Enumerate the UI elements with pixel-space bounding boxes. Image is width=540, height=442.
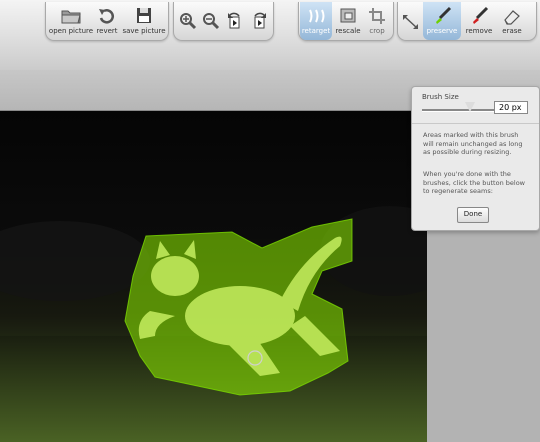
brush-size-panel: Brush Size 20 px Areas marked with this … <box>411 86 540 231</box>
floppy-disk-icon <box>133 6 155 26</box>
revert-icon <box>96 6 118 26</box>
brush-tool-group: preserve remove erase <box>397 2 537 41</box>
file-tool-group: open picture revert save picture <box>45 2 169 41</box>
crop-icon <box>366 6 388 26</box>
zoom-in-icon <box>177 11 199 31</box>
zoom-in-button[interactable] <box>177 2 199 40</box>
rescale-label: rescale <box>335 27 361 35</box>
resize-arrows-icon <box>400 12 422 32</box>
preserve-brush-icon <box>431 6 453 26</box>
revert-button[interactable]: revert <box>95 2 119 40</box>
resize-arrows-button[interactable] <box>400 2 422 40</box>
brush-instructions: When you're done with the brushes, click… <box>423 170 525 195</box>
remove-brush-icon <box>468 6 490 26</box>
rotate-left-button[interactable] <box>224 2 246 40</box>
image-canvas[interactable] <box>0 111 427 442</box>
brush-size-slider[interactable] <box>422 109 496 112</box>
save-picture-button[interactable]: save picture <box>122 2 166 40</box>
view-tool-group <box>173 2 274 41</box>
preserve-brush-button[interactable]: preserve <box>423 2 461 40</box>
erase-button[interactable]: erase <box>497 2 527 40</box>
erase-label: erase <box>502 27 522 35</box>
crop-label: crop <box>369 27 385 35</box>
crop-button[interactable]: crop <box>363 2 391 40</box>
revert-label: revert <box>96 27 118 35</box>
panel-divider <box>412 123 539 124</box>
rotate-right-icon <box>248 11 270 31</box>
rotate-right-button[interactable] <box>248 2 270 40</box>
done-button[interactable]: Done <box>457 207 489 223</box>
save-picture-label: save picture <box>122 27 166 35</box>
open-picture-button[interactable]: open picture <box>48 2 94 40</box>
eraser-icon <box>501 6 523 26</box>
edit-tool-group: retarget rescale crop <box>298 2 394 41</box>
rescale-button[interactable]: rescale <box>334 2 362 40</box>
brush-description: Areas marked with this brush will remain… <box>423 131 523 156</box>
rescale-icon <box>337 6 359 26</box>
zoom-out-icon <box>200 11 222 31</box>
open-picture-label: open picture <box>48 27 94 35</box>
preserve-label: preserve <box>426 27 458 35</box>
brush-size-slider-thumb[interactable] <box>465 102 476 112</box>
rotate-left-icon <box>224 11 246 31</box>
brush-size-input[interactable]: 20 px <box>494 101 528 114</box>
remove-brush-button[interactable]: remove <box>462 2 496 40</box>
folder-icon <box>60 6 82 26</box>
photo-with-mask <box>0 206 427 442</box>
top-toolbar: open picture revert save picture retarge… <box>0 0 540 71</box>
retarget-button[interactable]: retarget <box>300 2 332 40</box>
retarget-icon <box>305 6 327 26</box>
zoom-out-button[interactable] <box>200 2 222 40</box>
retarget-label: retarget <box>301 27 331 35</box>
brush-size-title: Brush Size <box>422 93 459 101</box>
remove-label: remove <box>465 27 493 35</box>
